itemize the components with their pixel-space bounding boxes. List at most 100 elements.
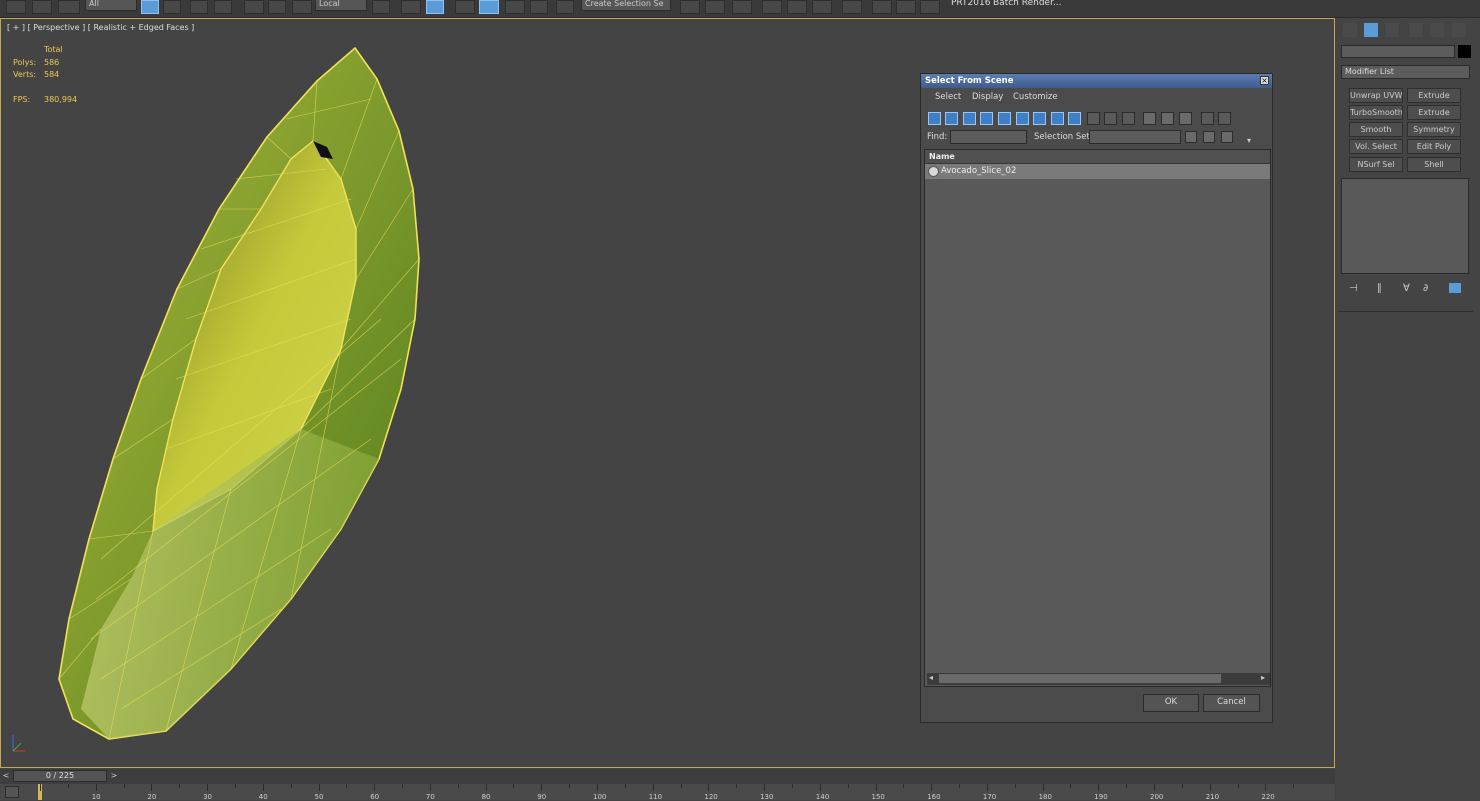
window-crossing-icon[interactable]	[214, 0, 232, 14]
modifier-button[interactable]: Symmetry	[1407, 122, 1461, 137]
hierarchy-tab-icon[interactable]	[1385, 23, 1399, 37]
find-input[interactable]	[950, 130, 1027, 144]
track-bar[interactable]: 10 20 30 40 50 60 70 80 90 100 110 120 130 140 150 160 1…	[0, 784, 1335, 801]
mirror-icon[interactable]	[680, 0, 700, 14]
link-icon[interactable]	[6, 0, 26, 14]
batch-render-label[interactable]: Batch Render...	[993, 0, 1062, 8]
rendered-frame-window-icon[interactable]	[896, 0, 916, 14]
menu-select[interactable]: Select	[935, 92, 961, 102]
close-icon[interactable]: ×	[1260, 76, 1269, 85]
scroll-left-icon[interactable]: ◂	[929, 673, 933, 682]
display-helpers-icon[interactable]	[998, 112, 1011, 125]
menu-customize[interactable]: Customize	[1013, 92, 1058, 102]
snaps-toggle-icon[interactable]	[455, 0, 475, 14]
modifier-button[interactable]: Vol. Select	[1349, 139, 1403, 154]
display-xrefs-icon[interactable]	[1051, 112, 1064, 125]
display-shapes-icon[interactable]	[945, 112, 958, 125]
make-unique-icon[interactable]: ∀	[1403, 283, 1410, 294]
reference-coord-combo[interactable]: Local	[315, 0, 367, 11]
modifier-button[interactable]: NSurf Sel	[1349, 157, 1403, 172]
material-editor-icon[interactable]	[842, 0, 862, 14]
modifier-button[interactable]: Unwrap UVW	[1349, 88, 1403, 103]
render-setup-icon[interactable]	[872, 0, 892, 14]
modifier-button[interactable]: Extrude	[1407, 105, 1461, 120]
object-name-field[interactable]	[1341, 45, 1455, 58]
time-next-button[interactable]: >	[109, 770, 119, 782]
spinner-snap-icon[interactable]	[530, 0, 548, 14]
curve-editor-icon[interactable]	[787, 0, 807, 14]
select-manipulate-icon[interactable]	[401, 0, 421, 14]
display-space-warps-icon[interactable]	[1016, 112, 1029, 125]
time-slider-thumb[interactable]: 0 / 225	[13, 770, 107, 782]
cancel-button[interactable]: Cancel	[1203, 694, 1260, 712]
select-all-icon[interactable]	[1143, 112, 1156, 125]
selection-filter-combo[interactable]: All	[85, 0, 137, 11]
configure-modifier-sets-icon[interactable]	[1449, 283, 1461, 293]
modifier-button[interactable]: TurboSmooth	[1349, 105, 1403, 120]
select-invert-icon[interactable]	[1179, 112, 1192, 125]
modifier-button[interactable]: Extrude	[1407, 88, 1461, 103]
create-tab-icon[interactable]	[1343, 23, 1357, 37]
display-cameras-icon[interactable]	[980, 112, 993, 125]
rect-selection-icon[interactable]	[190, 0, 208, 14]
render-production-icon[interactable]	[920, 0, 940, 14]
named-selection-set-combo[interactable]: Create Selection Se	[581, 0, 671, 11]
object-color-swatch[interactable]	[1458, 45, 1471, 58]
angle-snap-icon[interactable]	[479, 0, 499, 14]
menu-display[interactable]: Display	[972, 92, 1003, 102]
move-icon[interactable]	[244, 0, 264, 14]
select-none-icon[interactable]	[1161, 112, 1174, 125]
modifier-button[interactable]: Edit Poly	[1407, 139, 1461, 154]
bind-space-warp-icon[interactable]	[58, 0, 80, 14]
selection-set-combo[interactable]	[1089, 130, 1181, 144]
filter-options-icon[interactable]	[1218, 112, 1231, 125]
selection-set-add-icon[interactable]	[1185, 131, 1197, 143]
display-none-icon[interactable]	[1104, 112, 1117, 125]
list-header[interactable]: Name	[925, 150, 1270, 164]
select-object-icon[interactable]	[141, 0, 159, 14]
unlink-icon[interactable]	[32, 0, 52, 14]
chevron-down-icon[interactable]: ▾	[1247, 136, 1251, 145]
edit-named-selection-icon[interactable]	[556, 0, 574, 14]
display-invert-icon[interactable]	[1122, 112, 1135, 125]
schematic-view-icon[interactable]	[812, 0, 832, 14]
show-end-result-icon[interactable]: ∥	[1377, 283, 1382, 294]
display-bones-icon[interactable]	[1068, 112, 1081, 125]
utilities-tab-icon[interactable]	[1452, 23, 1466, 37]
remove-modifier-icon[interactable]: ∂	[1423, 283, 1428, 294]
rotate-icon[interactable]	[268, 0, 286, 14]
select-by-name-icon[interactable]	[163, 0, 181, 14]
column-name-header[interactable]: Name	[929, 152, 955, 161]
graphite-tools-icon[interactable]	[762, 0, 782, 14]
filter-icon[interactable]	[1201, 112, 1214, 125]
pivot-center-icon[interactable]	[372, 0, 390, 14]
modifier-button[interactable]: Smooth	[1349, 122, 1403, 137]
display-groups-icon[interactable]	[1033, 112, 1046, 125]
layer-manager-icon[interactable]	[732, 0, 752, 14]
list-item-name[interactable]: Avocado_Slice_02	[941, 166, 1016, 176]
ok-button[interactable]: OK	[1143, 694, 1199, 712]
display-tab-icon[interactable]	[1430, 23, 1444, 37]
dialog-titlebar[interactable]: Select From Scene ×	[921, 74, 1272, 88]
time-slider[interactable]: < 0 / 225 >	[0, 769, 1335, 784]
horizontal-scrollbar[interactable]: ◂ ▸	[927, 673, 1270, 685]
display-all-icon[interactable]	[1087, 112, 1100, 125]
scale-icon[interactable]	[292, 0, 312, 14]
scene-object-list[interactable]: Name Avocado_Slice_02 ◂ ▸	[924, 149, 1271, 687]
keyboard-shortcut-override-icon[interactable]	[426, 0, 444, 14]
selection-set-edit-icon[interactable]	[1221, 131, 1233, 143]
display-geometry-icon[interactable]	[928, 112, 941, 125]
motion-tab-icon[interactable]	[1409, 23, 1423, 37]
modifier-stack[interactable]	[1341, 178, 1469, 274]
percent-snap-icon[interactable]	[505, 0, 525, 14]
pin-stack-icon[interactable]: ⊣	[1349, 283, 1358, 294]
align-icon[interactable]	[705, 0, 725, 14]
selection-set-remove-icon[interactable]	[1203, 131, 1215, 143]
scrollbar-thumb[interactable]	[939, 674, 1221, 683]
list-item[interactable]: Avocado_Slice_02	[925, 164, 1270, 179]
modifier-button[interactable]: Shell	[1407, 157, 1461, 172]
prt-label[interactable]: PRT2016	[951, 0, 990, 8]
time-prev-button[interactable]: <	[1, 770, 11, 782]
modifier-list-combo[interactable]: Modifier List	[1341, 65, 1470, 79]
display-lights-icon[interactable]	[963, 112, 976, 125]
